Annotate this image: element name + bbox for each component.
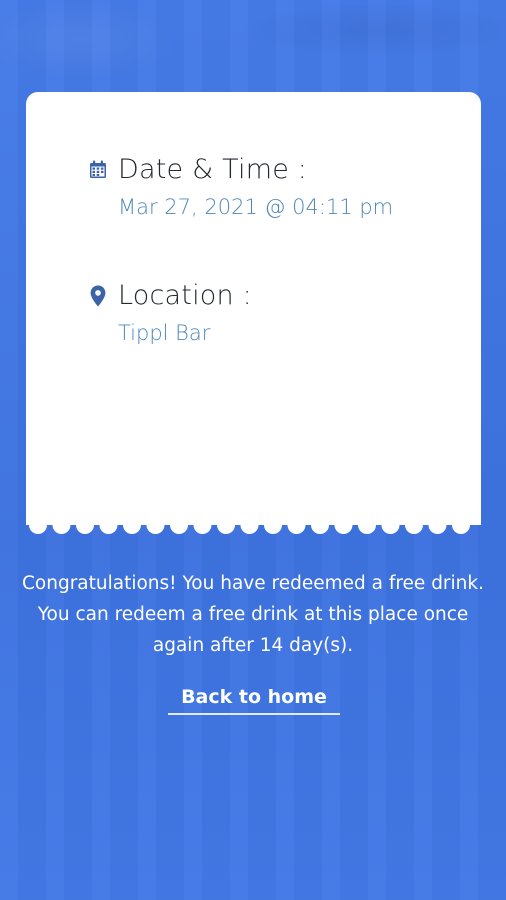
location-label: Location : xyxy=(118,280,252,311)
calendar-icon xyxy=(88,159,108,181)
date-time-label: Date & Time : xyxy=(118,154,308,185)
date-time-section: Date & Time : Mar 27, 2021 @ 04:11 pm xyxy=(88,154,393,219)
location-section: Location : Tippl Bar xyxy=(88,280,252,345)
map-pin-icon xyxy=(88,285,108,307)
redemption-message: Congratulations! You have redeemed a fre… xyxy=(21,573,484,656)
back-to-home-link[interactable]: Back to home xyxy=(168,686,340,715)
location-value: Tippl Bar xyxy=(118,321,211,345)
ticket-scalloped-edge xyxy=(26,517,481,534)
date-time-value: Mar 27, 2021 @ 04:11 pm xyxy=(118,195,394,219)
